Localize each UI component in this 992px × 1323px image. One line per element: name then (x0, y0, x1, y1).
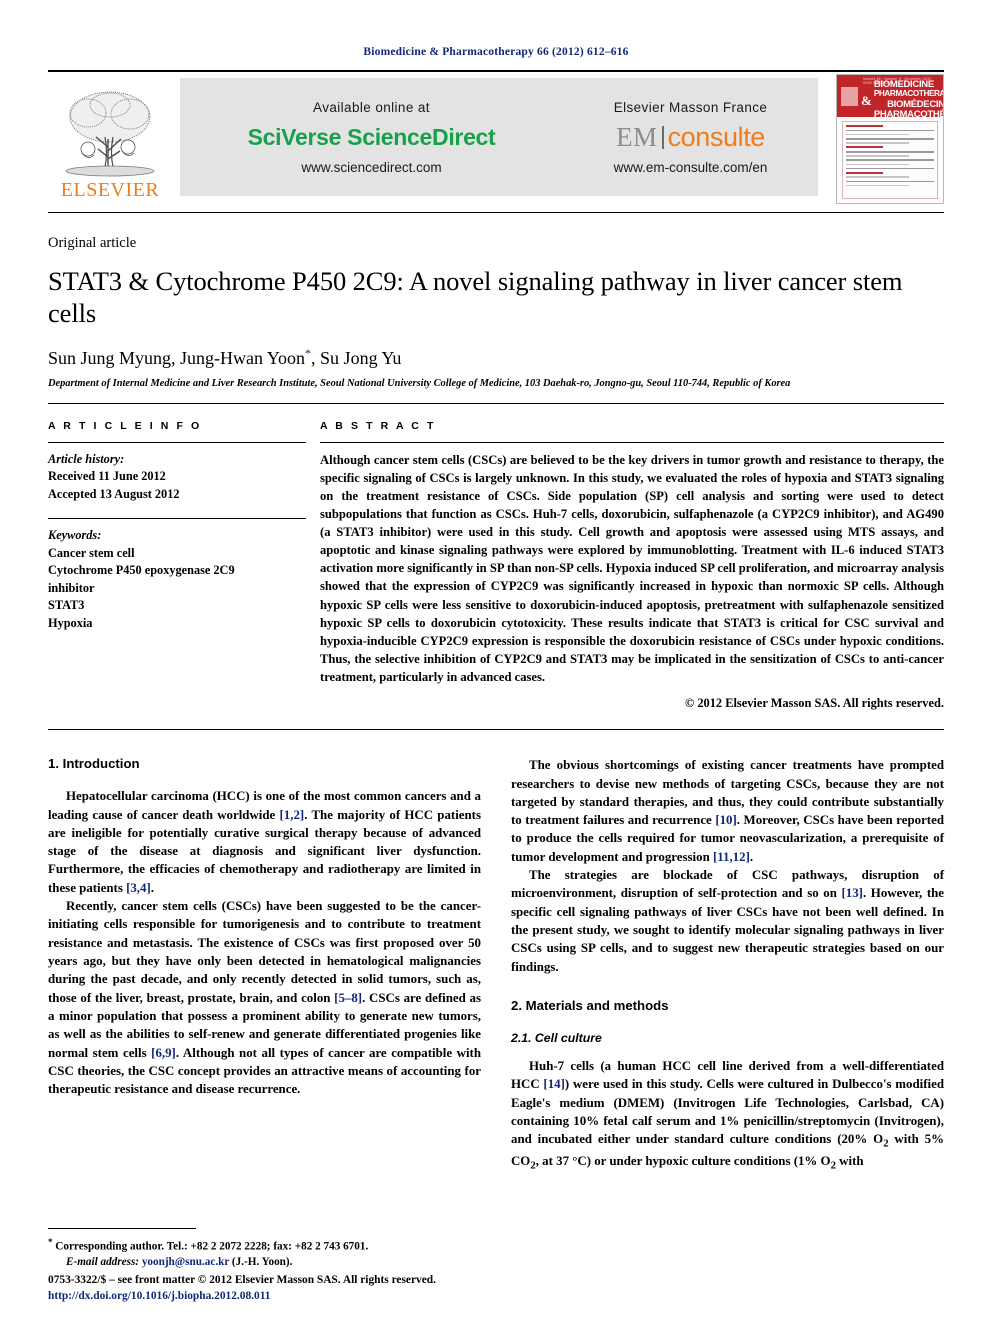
sciencedirect-block: Available online at SciVerse ScienceDire… (180, 78, 563, 196)
abstract-bottom-rule (48, 729, 944, 731)
author-names: Sun Jung Myung, Jung-Hwan Yoon (48, 347, 306, 368)
citation-ref[interactable]: [11,12] (713, 850, 750, 864)
intro-paragraph-1: Hepatocellular carcinoma (HCC) is one of… (48, 787, 481, 897)
article-history-label: Article history: (48, 451, 125, 466)
em-logo-divider (661, 125, 664, 149)
cover-subtitle: BIOMÉDECINE & PHARMACOTHÉRAPIE (873, 98, 943, 120)
received-date: Received 11 June 2012 (48, 469, 166, 484)
running-head: Biomedicine & Pharmacotherapy 66 (2012) … (363, 46, 629, 58)
elsevier-wordmark: ELSEVIER (60, 179, 160, 201)
available-online-label: Available online at (313, 99, 430, 115)
cover-contents-list (842, 121, 938, 199)
affiliation: Department of Internal Medicine and Live… (48, 377, 791, 389)
elsevier-logo: ELSEVIER (54, 78, 166, 200)
abstract-heading: A B S T R A C T (320, 419, 436, 432)
body-column-left: 1. Introduction Hepatocellular carcinoma… (48, 756, 481, 1174)
em-consulte-block: Elsevier Masson France EM consulte www.e… (563, 78, 818, 196)
elsevier-tree-icon (65, 91, 155, 177)
cellculture-part-d: , at 37 °C) or under hypoxic culture con… (535, 1154, 831, 1169)
citation-ref[interactable]: [1,2] (280, 808, 305, 822)
sciencedirect-logo[interactable]: SciVerse ScienceDirect (248, 124, 496, 151)
intro-p1-part-c: . (150, 880, 154, 895)
intro-paragraph-4: The strategies are blockade of CSC pathw… (511, 866, 944, 976)
article-info-rule (48, 441, 306, 443)
intro-paragraph-3: The obvious shortcomings of existing can… (511, 756, 944, 866)
cellculture-part-b: ) were used in this study. Cells were cu… (511, 1077, 945, 1147)
footnote-block: * Corresponding author. Tel.: +82 2 2072… (48, 1227, 468, 1271)
cover-elsevier-mark-icon (841, 86, 858, 106)
keyword-item: STAT3 (48, 598, 85, 613)
masson-label: Elsevier Masson France (613, 99, 768, 115)
em-consulte-logo[interactable]: EM consulte (616, 121, 766, 152)
cover-header-band: Volume 66 · Number 8 · December 2012 · I… (837, 75, 944, 120)
imprint-block: 0753-3322/$ – see front matter © 2012 El… (48, 1273, 568, 1305)
cell-culture-paragraph: Huh-7 cells (a human HCC cell line deriv… (511, 1057, 944, 1174)
em-logo-em: EM (616, 121, 658, 152)
keywords-rule (48, 518, 306, 520)
cellculture-part-e: with (835, 1154, 864, 1169)
accepted-date: Accepted 13 August 2012 (48, 487, 180, 502)
footnote-rule (48, 1227, 196, 1229)
citation-ref[interactable]: [13] (841, 886, 862, 900)
sciencedirect-url[interactable]: www.sciencedirect.com (301, 160, 441, 175)
citation-ref[interactable]: [3,4] (126, 881, 151, 895)
citation-ref[interactable]: [6,9] (151, 1046, 176, 1060)
title-bottom-rule (48, 402, 944, 404)
email-attribution: (J.-H. Yoon). (229, 1256, 293, 1269)
keyword-item: Cytochrome P450 epoxygenase 2C9 (48, 563, 235, 578)
page-title: STAT3 & Cytochrome P450 2C9: A novel sig… (48, 266, 903, 328)
author-names-tail: , Su Jong Yu (311, 347, 402, 368)
body-two-column: 1. Introduction Hepatocellular carcinoma… (48, 756, 944, 1174)
keyword-item: inhibitor (48, 580, 95, 595)
citation-ref[interactable]: [14] (543, 1077, 564, 1091)
article-type: Original article (48, 235, 137, 251)
cover-ampersand: & (861, 93, 872, 108)
keyword-item: Hypoxia (48, 615, 93, 630)
em-consulte-url[interactable]: www.em-consulte.com/en (614, 160, 768, 175)
abstract-rule (320, 441, 944, 443)
intro-p3-part-c: . (749, 849, 754, 864)
section-heading-materials: 2. Materials and methods (511, 997, 669, 1013)
body-column-right: The obvious shortcomings of existing can… (511, 756, 944, 1174)
doi-link[interactable]: http://dx.doi.org/10.1016/j.biopha.2012.… (48, 1289, 568, 1305)
em-logo-consulte: consulte (667, 121, 766, 152)
cover-title-line2: PHARMACOTHERAPY (873, 89, 944, 99)
article-info-heading: A R T I C L E I N F O (48, 419, 202, 432)
issn-copyright-line: 0753-3322/$ – see front matter © 2012 El… (48, 1274, 436, 1287)
intro-p2-part-a: Recently, cancer stem cells (CSCs) have … (48, 899, 481, 1005)
keywords-label: Keywords: (48, 528, 102, 543)
keyword-item: Cancer stem cell (48, 545, 135, 560)
publisher-banner: Available online at SciVerse ScienceDire… (180, 78, 818, 196)
subsection-heading-cell-culture: 2.1. Cell culture (511, 1030, 602, 1045)
abstract-text: Although cancer stem cells (CSCs) are be… (320, 452, 944, 685)
email-footnote: E-mail address: yoonjh@snu.ac.kr (J.-H. … (48, 1255, 468, 1271)
email-link[interactable]: yoonjh@snu.ac.kr (142, 1256, 229, 1268)
journal-cover-thumbnail[interactable]: Volume 66 · Number 8 · December 2012 · I… (836, 74, 944, 204)
email-label: E-mail address: (66, 1256, 140, 1269)
abstract-column: A B S T R A C T Although cancer stem cel… (306, 420, 944, 712)
article-info-column: A R T I C L E I N F O Article history: R… (48, 420, 306, 712)
cover-issue-line: Volume 66 · Number 8 · December 2012 · I… (863, 77, 934, 85)
citation-ref[interactable]: [10] (715, 813, 736, 827)
citation-ref[interactable]: [5–8] (334, 991, 362, 1005)
corresponding-author-footnote: * Corresponding author. Tel.: +82 2 2072… (48, 1236, 468, 1255)
journal-article-page: Biomedicine & Pharmacotherapy 66 (2012) … (0, 0, 992, 1323)
masthead: ELSEVIER Available online at SciVerse Sc… (48, 70, 944, 204)
section-heading-introduction: 1. Introduction (48, 756, 140, 772)
abstract-copyright: © 2012 Elsevier Masson SAS. All rights r… (684, 696, 944, 711)
masthead-bottom-rule (48, 212, 944, 213)
info-abstract-region: A R T I C L E I N F O Article history: R… (48, 420, 944, 712)
author-list: Sun Jung Myung, Jung-Hwan Yoon*, Su Jong… (48, 346, 944, 369)
intro-paragraph-2: Recently, cancer stem cells (CSCs) have … (48, 897, 481, 1098)
cover-journal-title: BIOMEDICINE PHARMACOTHERAPY BIOMÉDECINE … (873, 80, 944, 120)
corresponding-author-contact: Corresponding author. Tel.: +82 2 2072 2… (52, 1240, 369, 1253)
